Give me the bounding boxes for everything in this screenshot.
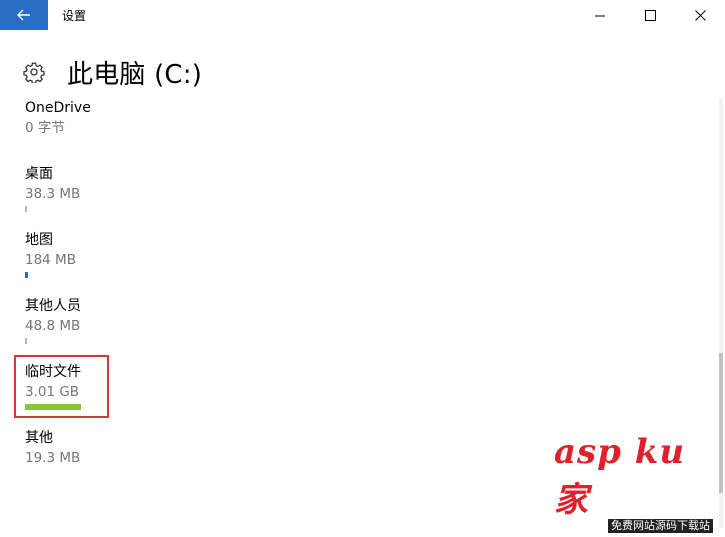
gear-icon <box>23 62 45 83</box>
usage-bar <box>25 338 27 344</box>
minimize-icon <box>594 15 605 16</box>
scrollbar[interactable] <box>719 98 723 528</box>
item-size: 0 字节 <box>25 120 65 136</box>
list-item-other-people[interactable]: 其他人员 48.8 MB <box>25 296 685 362</box>
list-item-temp-files[interactable]: 临时文件 3.01 GB <box>25 362 685 428</box>
back-button[interactable] <box>0 0 48 30</box>
title-bar: 设置 <box>0 0 725 30</box>
list-item-onedrive[interactable]: OneDrive 0 字节 <box>25 98 685 164</box>
window-title: 设置 <box>62 8 87 23</box>
item-size: 184 MB <box>25 252 76 268</box>
watermark-logo: asp ku 家 <box>554 432 686 520</box>
arrow-left-icon <box>17 9 30 21</box>
scroll-thumb[interactable] <box>719 353 723 493</box>
usage-bar-fill <box>25 206 27 212</box>
maximize-button[interactable] <box>625 0 675 30</box>
close-icon <box>694 9 706 21</box>
item-name: 桌面 <box>25 166 53 182</box>
page-title: 此电脑 (C:) <box>67 59 203 90</box>
usage-bar-fill <box>25 272 28 278</box>
item-size: 3.01 GB <box>25 384 80 400</box>
usage-bar-fill <box>25 338 27 344</box>
item-size: 48.8 MB <box>25 318 81 334</box>
caption-buttons <box>575 0 725 30</box>
item-name: 地图 <box>25 232 53 248</box>
maximize-icon <box>644 9 656 21</box>
list-item-desktop[interactable]: 桌面 38.3 MB <box>25 164 685 230</box>
page-header: 此电脑 (C:) <box>23 52 202 92</box>
usage-bar <box>25 272 28 278</box>
item-name: OneDrive <box>25 100 91 116</box>
item-size: 38.3 MB <box>25 186 81 202</box>
close-button[interactable] <box>675 0 725 30</box>
watermark: asp ku 家 免费网站源码下载站 <box>554 432 719 533</box>
item-name: 临时文件 <box>25 364 81 380</box>
minimize-button[interactable] <box>575 0 625 30</box>
watermark-tagline: 免费网站源码下载站 <box>608 519 713 533</box>
highlight-box <box>14 355 109 418</box>
item-name: 其他人员 <box>25 298 81 314</box>
settings-window: 设置 此电脑 (C:) OneDrive 0 字节 桌面 38.3 MB 地图 … <box>0 0 725 537</box>
list-item-maps[interactable]: 地图 184 MB <box>25 230 685 296</box>
usage-bar <box>25 206 27 212</box>
